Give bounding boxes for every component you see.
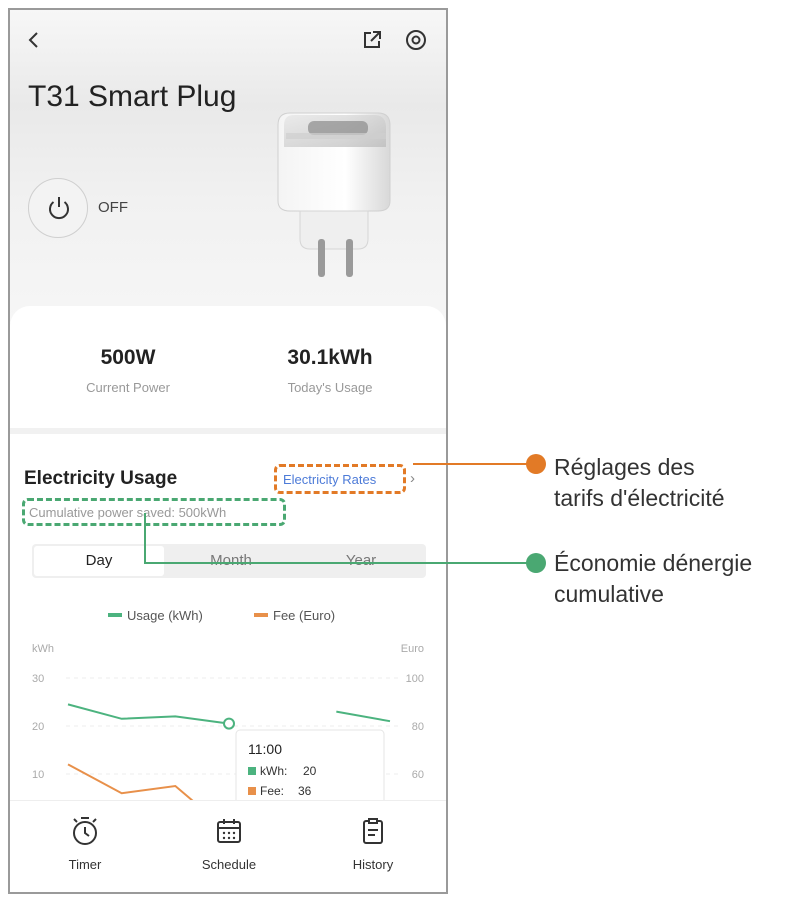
rates-callout-text: Réglages des tarifs d'électricité — [554, 452, 725, 514]
tab-day[interactable]: Day — [34, 546, 164, 576]
usage-title: Electricity Usage — [24, 468, 178, 489]
nav-timer-label: Timer — [68, 857, 102, 872]
electricity-rates-link[interactable]: Electricity Rates — [274, 464, 406, 494]
smart-plug-image — [277, 112, 391, 277]
saving-callout-line-2: cumulative — [554, 581, 664, 607]
cumulative-saved: Cumulative power saved: 500kWh — [22, 498, 286, 526]
usage-series-line — [67, 703, 230, 725]
legend-usage-swatch — [108, 613, 122, 617]
share-icon[interactable] — [358, 26, 386, 54]
usage-chart: Usage (kWh) Fee (Euro) kWh Euro 30 100 20 8… — [32, 608, 424, 806]
settings-icon[interactable] — [402, 26, 430, 54]
nav-history[interactable]: History — [328, 815, 418, 872]
calendar-icon — [217, 819, 241, 843]
legend-fee-swatch — [254, 613, 268, 617]
period-tabs: Day Month Year — [32, 544, 426, 578]
power-button[interactable] — [28, 178, 88, 238]
current-power-value: 500W — [100, 346, 156, 369]
today-usage-label: Today's Usage — [287, 380, 373, 395]
tooltip-kwh-swatch — [248, 767, 256, 775]
legend-usage-label: Usage (kWh) — [127, 608, 203, 623]
timer-icon — [73, 817, 97, 845]
cumulative-saved-text: Cumulative power saved: 500kWh — [29, 505, 227, 520]
left-axis-unit: kWh — [32, 643, 54, 655]
electricity-rates-label: Electricity Rates — [283, 472, 377, 487]
right-axis-unit: Euro — [401, 643, 424, 655]
left-tick-label: 10 — [32, 769, 44, 781]
tab-month[interactable]: Month — [166, 544, 296, 578]
nav-schedule-label: Schedule — [201, 857, 257, 872]
left-tick-label: 20 — [32, 721, 44, 733]
usage-highlight-point — [223, 717, 235, 730]
chart-legend: Usage (kWh) Fee (Euro) — [108, 608, 335, 623]
nav-history-label: History — [352, 857, 394, 872]
right-tick-label: 80 — [412, 721, 424, 733]
saving-callout-text: Économie dénergie cumulative — [554, 548, 752, 610]
device-title: T31 Smart Plug — [28, 80, 237, 113]
phone-screen: T31 Smart Plug OFF 500W Current Power 30… — [8, 8, 448, 894]
bottom-navigation: Timer Schedule History — [10, 800, 446, 892]
rates-callout-dot — [526, 454, 546, 474]
tooltip-kwh-label: kWh: — [260, 764, 287, 778]
tooltip-fee-swatch — [248, 787, 256, 795]
nav-timer[interactable]: Timer — [40, 815, 130, 872]
tooltip-fee-label: Fee: — [260, 784, 284, 798]
back-arrow-icon[interactable] — [20, 26, 48, 54]
chart-tooltip: 11:00 kWh: 20 Fee: 36 — [235, 729, 385, 805]
rates-callout-line-2: tarifs d'électricité — [554, 485, 725, 511]
electricity-usage-section: Electricity Usage Electricity Rates › Cu… — [10, 428, 446, 806]
nav-schedule[interactable]: Schedule — [184, 815, 274, 872]
history-icon — [363, 818, 383, 844]
legend-fee-label: Fee (Euro) — [273, 608, 335, 623]
saving-callout-line-1: Économie dénergie — [554, 550, 753, 576]
rates-callout-line-1: Réglages des — [554, 454, 695, 480]
tooltip-fee-value: 36 — [298, 784, 312, 798]
stats-card: 500W Current Power 30.1kWh Today's Usage — [10, 306, 446, 426]
chevron-right-icon[interactable]: › — [410, 470, 415, 487]
saving-callout-dot — [526, 553, 546, 573]
right-tick-label: 100 — [406, 673, 424, 685]
power-icon — [49, 197, 69, 220]
tooltip-kwh-value: 20 — [303, 764, 317, 778]
right-tick-label: 60 — [412, 769, 424, 781]
today-usage-value: 30.1kWh — [287, 346, 373, 369]
device-hero: T31 Smart Plug OFF — [10, 10, 446, 328]
tab-year[interactable]: Year — [296, 544, 426, 578]
usage-series-line — [336, 710, 391, 723]
current-power-label: Current Power — [86, 380, 170, 395]
left-tick-label: 30 — [32, 673, 44, 685]
power-status: OFF — [98, 199, 128, 216]
tooltip-time: 11:00 — [248, 741, 282, 757]
